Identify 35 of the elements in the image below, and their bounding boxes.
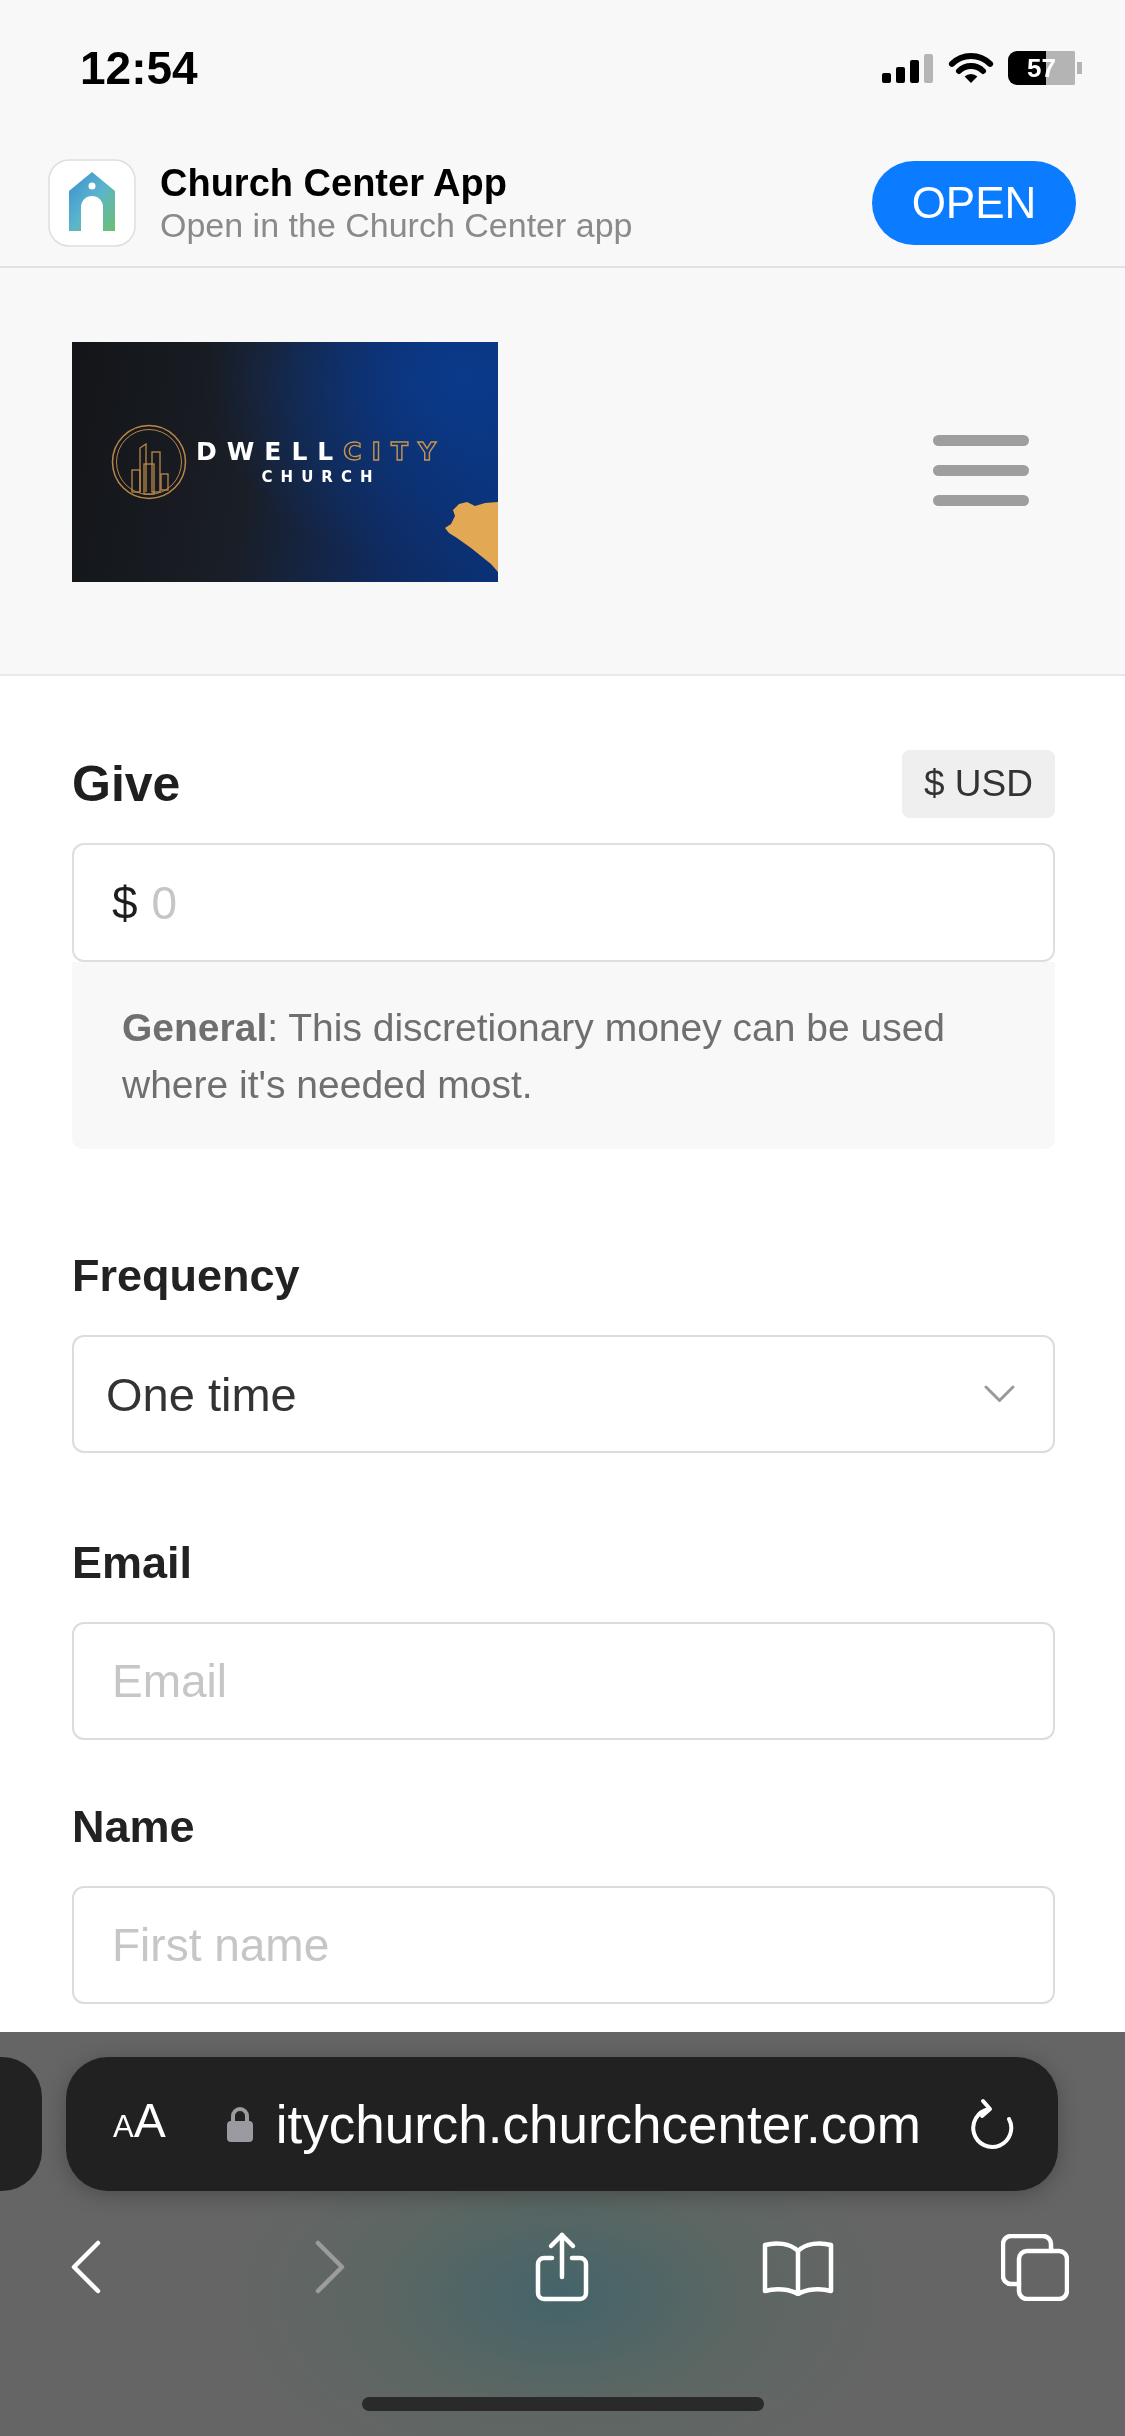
brush-stroke-icon	[445, 502, 498, 572]
share-icon[interactable]	[534, 2231, 590, 2303]
lock-icon	[225, 2105, 254, 2143]
field-label: Email	[72, 1536, 194, 1590]
currency-prefix: $	[112, 875, 138, 930]
fund-description: General: This discretionary money can be used where it's needed most.	[72, 962, 1055, 1149]
field-label: Frequency	[72, 1249, 301, 1303]
chevron-down-icon	[984, 1385, 1015, 1403]
wifi-icon	[948, 51, 994, 85]
amount-input[interactable]: 0	[151, 872, 1033, 933]
logo-subtitle: CHURCH	[261, 468, 381, 486]
city-emblem-icon	[111, 424, 187, 500]
address-bar[interactable]: AA itychurch.churchcenter.com	[66, 2057, 1058, 2191]
book-icon[interactable]	[762, 2238, 834, 2296]
dropdown-field[interactable]: One time	[72, 1335, 1055, 1453]
url-text: itychurch.churchcenter.com	[275, 2093, 921, 2155]
logo-name-accent: CITY	[343, 438, 447, 466]
text-size-button[interactable]: AA	[113, 2093, 166, 2155]
currency-selector[interactable]: $ USD	[902, 750, 1055, 818]
section-title: Give	[72, 755, 181, 813]
app-title: Church Center App	[160, 161, 507, 205]
back-icon[interactable]	[70, 2240, 102, 2294]
amount-field[interactable]: $ 0	[72, 843, 1055, 962]
input-field[interactable]: First name	[72, 1886, 1055, 2004]
logo-name: DWELL	[196, 438, 344, 466]
field-label: Name	[72, 1800, 196, 1854]
tabs-icon[interactable]	[1001, 2233, 1069, 2301]
status-time: 12:54	[80, 42, 198, 94]
house-app-icon[interactable]	[48, 159, 136, 247]
open-app-button[interactable]: OPEN	[872, 161, 1076, 245]
app-subtitle: Open in the Church Center app	[160, 205, 633, 245]
cellular-signal-icon	[882, 53, 933, 83]
reload-icon[interactable]	[969, 2097, 1015, 2151]
input-field[interactable]: Email	[72, 1622, 1055, 1740]
logo-banner[interactable]: DWELL CITY CHURCH	[72, 342, 498, 582]
